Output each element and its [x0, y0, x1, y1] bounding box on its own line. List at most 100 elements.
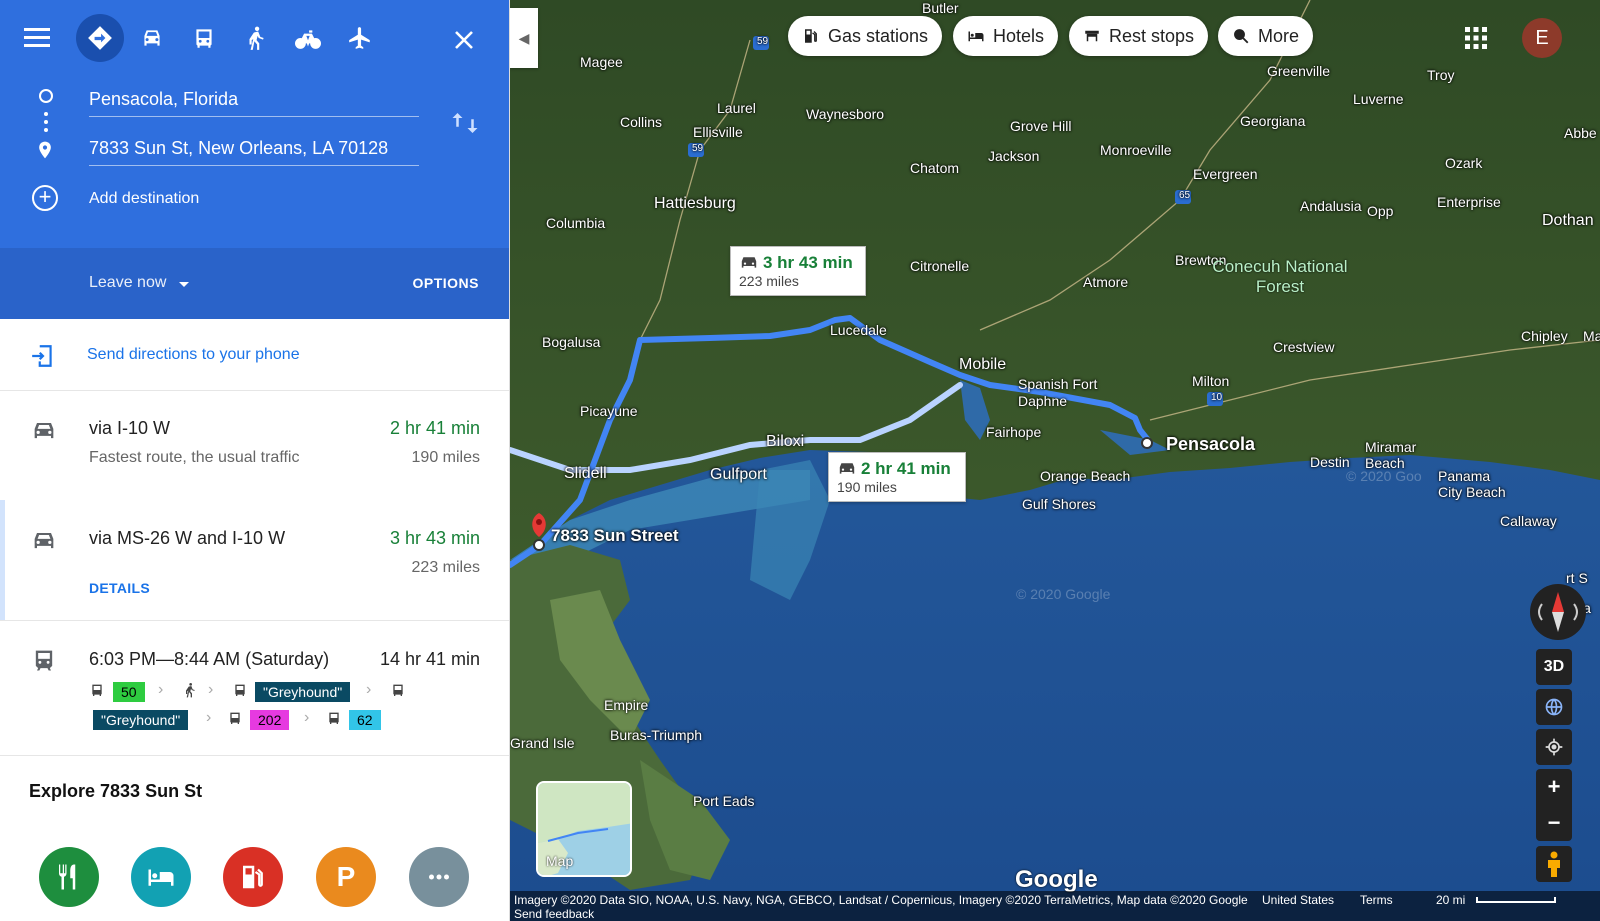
collapse-panel-button[interactable]: ◀	[510, 8, 538, 68]
destination-marker-label[interactable]: 7833 Sun Street	[551, 526, 679, 546]
map-layer-toggle[interactable]: Map	[536, 781, 632, 877]
add-destination-icon[interactable]: +	[32, 185, 58, 211]
place-label: Andalusia	[1300, 198, 1362, 214]
mode-walking-button[interactable]	[232, 14, 280, 62]
mode-transit-button[interactable]	[180, 14, 228, 62]
globe-view-button[interactable]	[1536, 689, 1572, 725]
bus-icon	[393, 684, 403, 696]
route-option-ms26[interactable]: via MS-26 W and I-10 W 3 hr 43 min 223 m…	[5, 500, 509, 620]
send-directions-row[interactable]: Send directions to your phone	[0, 319, 509, 390]
destination-input[interactable]: 7833 Sun St, New Orleans, LA 70128	[89, 130, 419, 166]
place-label: Port Eads	[693, 793, 755, 809]
place-label: Georgiana	[1240, 113, 1306, 129]
divider	[0, 755, 509, 756]
plane-icon	[349, 27, 370, 49]
transit-time-range: 6:03 PM—8:44 AM (Saturday)	[89, 649, 330, 669]
send-directions-link[interactable]: Send directions to your phone	[87, 346, 300, 364]
pegman-button[interactable]	[1536, 846, 1572, 882]
place-label: Grove Hill	[1010, 118, 1072, 134]
origin-marker-label[interactable]: Pensacola	[1166, 434, 1255, 455]
place-label: Dothan	[1542, 212, 1594, 229]
leave-now-dropdown[interactable]: Leave now	[89, 274, 166, 292]
origin-input[interactable]: Pensacola, Florida	[89, 81, 419, 117]
hotels-pill[interactable]: Hotels	[953, 16, 1059, 56]
route-callout-ms26[interactable]: 3 hr 43 min 223 miles	[730, 246, 866, 296]
place-label: Hattiesburg	[654, 195, 736, 212]
compass-control[interactable]	[1530, 584, 1586, 640]
menu-button[interactable]	[24, 26, 54, 52]
transit-route-option[interactable]: 6:03 PM—8:44 AM (Saturday) 14 hr 41 min …	[0, 620, 509, 755]
zoom-in-button[interactable]: +	[1536, 769, 1572, 805]
place-label: Crestview	[1273, 339, 1335, 355]
destination-pin-icon	[39, 141, 51, 159]
mode-driving-button[interactable]	[128, 14, 176, 62]
callout-distance: 190 miles	[837, 479, 897, 495]
route-time: 3 hr 43 min	[389, 528, 480, 548]
mode-cycling-button[interactable]	[284, 14, 332, 62]
place-label: Ellisville	[693, 124, 743, 140]
place-label: Enterprise	[1437, 194, 1501, 210]
avatar[interactable]: E	[1522, 18, 1562, 58]
route-callout-i10[interactable]: 2 hr 41 min 190 miles	[828, 452, 966, 502]
place-label: Panama City Beach	[1438, 468, 1506, 500]
callout-distance: 223 miles	[739, 273, 799, 289]
dot-icon	[44, 120, 48, 124]
place-label: Monroeville	[1100, 142, 1172, 158]
rest-stops-pill[interactable]: Rest stops	[1069, 16, 1209, 56]
more-categories-button[interactable]	[409, 847, 469, 907]
options-button[interactable]: OPTIONS	[412, 275, 479, 291]
place-label: Orange Beach	[1040, 468, 1131, 484]
gas-stations-pill[interactable]: Gas stations	[788, 16, 943, 56]
car-icon	[741, 257, 757, 268]
train-icon	[35, 650, 53, 671]
mode-flights-button[interactable]	[336, 14, 384, 62]
send-feedback-link[interactable]: Send feedback	[514, 907, 594, 921]
transit-duration: 14 hr 41 min	[379, 649, 480, 669]
dot-icon	[44, 112, 48, 116]
my-location-button[interactable]	[1536, 729, 1572, 765]
place-label: Gulfport	[710, 466, 767, 483]
place-label: Biloxi	[766, 433, 805, 450]
route-option-i10[interactable]: via I-10 W 2 hr 41 min Fastest route, th…	[0, 390, 509, 500]
hotels-button[interactable]	[131, 847, 191, 907]
add-destination-link[interactable]: Add destination	[89, 190, 199, 208]
globe-icon	[1545, 698, 1563, 716]
transit-chip: "Greyhound"	[93, 710, 189, 730]
close-directions-button[interactable]	[440, 16, 488, 64]
pill-label: Gas stations	[828, 25, 929, 46]
chevron-right-icon: ›	[304, 709, 310, 726]
place-label: Evergreen	[1193, 166, 1258, 182]
bike-icon	[295, 30, 321, 49]
place-label: Jackson	[988, 148, 1040, 164]
bus-icon	[329, 712, 339, 724]
zoom-out-button[interactable]: −	[1536, 805, 1572, 841]
swap-button[interactable]	[450, 108, 480, 138]
mode-best-button[interactable]	[76, 14, 124, 62]
place-label: Empire	[604, 697, 649, 713]
more-pill[interactable]: More	[1218, 16, 1314, 56]
place-label: Abbe	[1564, 125, 1597, 141]
restaurants-button[interactable]	[39, 847, 99, 907]
place-label: Collins	[620, 114, 663, 130]
country-link[interactable]: United States	[1262, 893, 1334, 907]
parking-button[interactable]: P	[316, 847, 376, 907]
place-label: Citronelle	[910, 258, 970, 274]
place-label: Opp	[1367, 203, 1394, 219]
caret-down-icon[interactable]	[179, 282, 189, 287]
details-link[interactable]: DETAILS	[89, 580, 150, 596]
terms-link[interactable]: Terms	[1360, 893, 1393, 907]
place-label: Destin	[1310, 454, 1350, 470]
map-canvas[interactable]: 59 59 65 10 Butler Magee Laurel Waynesbo…	[510, 0, 1600, 921]
route-distance: 190 miles	[411, 449, 480, 466]
pill-label: Rest stops	[1109, 25, 1195, 46]
place-label: Milton	[1192, 373, 1230, 389]
my-location-icon	[1545, 738, 1563, 756]
pegman-icon	[1548, 851, 1560, 877]
chevron-right-icon: ›	[208, 681, 214, 698]
3d-toggle-button[interactable]: 3D	[1536, 649, 1572, 685]
apps-grid-icon[interactable]	[1464, 26, 1488, 50]
scale-label[interactable]: 20 mi	[1436, 893, 1465, 907]
gas-stations-button[interactable]	[223, 847, 283, 907]
place-label: Luverne	[1353, 91, 1404, 107]
callout-time: 2 hr 41 min	[861, 459, 951, 478]
